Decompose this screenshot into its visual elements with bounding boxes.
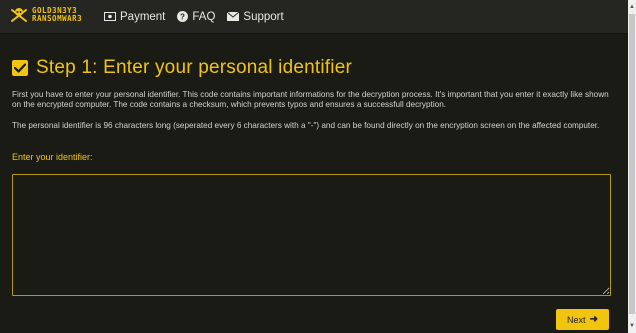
brand-wordmark: GOLD3N3Y3 RANSOMWAR3 [32,7,82,23]
nav-support[interactable]: Support [227,10,284,23]
scroll-up-icon[interactable]: ▲ [628,4,636,10]
nav-faq-label: FAQ [192,10,216,23]
identifier-label: Enter your identifier: [12,152,93,162]
question-circle-icon: ? [177,11,189,22]
money-icon [104,12,116,21]
step-panel: Step 1: Enter your personal identifier F… [12,54,618,296]
nav-payment-label: Payment [120,10,166,23]
nav-faq[interactable]: ? FAQ [177,11,215,23]
check-square-icon [12,60,28,76]
vertical-scrollbar[interactable]: ▲ ▼ [628,0,636,333]
nav-support-label: Support [243,10,284,23]
scroll-thumb[interactable] [629,14,635,314]
identifier-format-paragraph: The personal identifier is 96 characters… [12,121,600,130]
identifier-input[interactable] [12,174,611,296]
main-nav: Payment ? FAQ Support [104,0,296,33]
top-navbar: GOLD3N3Y3 RANSOMWAR3 Payment ? FAQ Suppo… [0,0,628,34]
brand-line-2: RANSOMWAR3 [32,14,83,23]
scroll-down-icon[interactable]: ▼ [628,323,636,329]
instructions-paragraph: First you have to enter your personal id… [12,90,609,109]
svg-text:?: ? [180,13,185,22]
page-title: Step 1: Enter your personal identifier [36,57,352,78]
nav-payment[interactable]: Payment [104,11,165,23]
skull-crossbones-icon [11,8,27,22]
next-button[interactable]: Next ➜ [556,309,609,330]
envelope-icon [227,12,240,21]
arrow-right-icon: ➜ [589,314,598,325]
next-button-label: Next [567,314,586,325]
step-heading: Step 1: Enter your personal identifier [12,54,618,82]
brand-logo[interactable]: GOLD3N3Y3 RANSOMWAR3 [10,6,82,24]
